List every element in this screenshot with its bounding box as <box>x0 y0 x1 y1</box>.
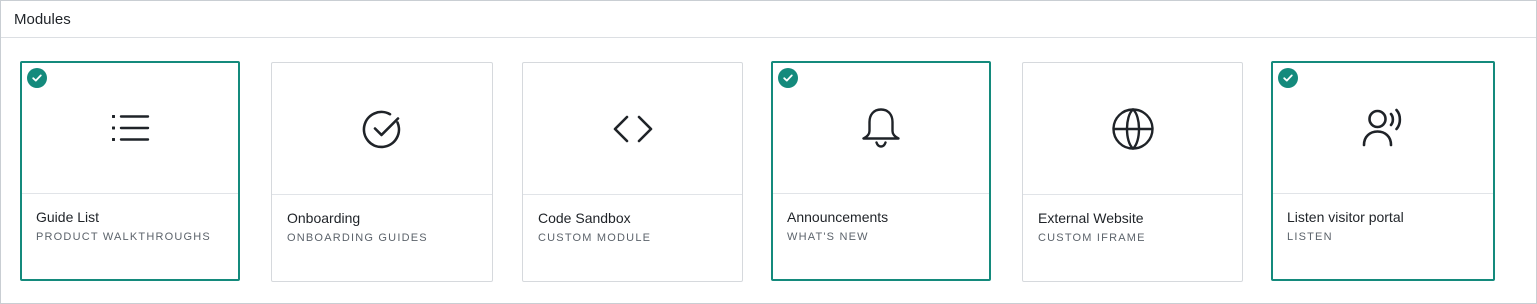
globe-icon <box>1111 107 1154 150</box>
module-card-onboarding[interactable]: Onboarding ONBOARDING GUIDES <box>271 62 493 282</box>
panel-title: Modules <box>1 1 1536 38</box>
module-subtitle: WHAT'S NEW <box>787 231 869 243</box>
bell-icon <box>862 108 900 148</box>
module-subtitle: LISTEN <box>1287 231 1333 243</box>
list-icon <box>112 115 150 141</box>
modules-panel: Modules Guide List PRODUCT WALKTHROUGHS … <box>0 0 1537 304</box>
user-voice-icon <box>1362 108 1402 147</box>
check-circle-icon <box>362 110 401 148</box>
module-title: Listen visitor portal <box>1287 209 1404 225</box>
module-card-announcements[interactable]: Announcements WHAT'S NEW <box>771 61 991 281</box>
module-subtitle: PRODUCT WALKTHROUGHS <box>36 231 211 243</box>
module-subtitle: CUSTOM MODULE <box>538 232 652 244</box>
module-card-code-sandbox[interactable]: Code Sandbox CUSTOM MODULE <box>522 62 743 282</box>
module-card-external-website[interactable]: External Website CUSTOM IFRAME <box>1022 62 1243 282</box>
module-title: Guide List <box>36 209 100 225</box>
module-title: Code Sandbox <box>538 210 631 226</box>
module-card-listen-visitor-portal[interactable]: Listen visitor portal LISTEN <box>1271 61 1495 281</box>
module-subtitle: ONBOARDING GUIDES <box>287 232 428 244</box>
module-title: Announcements <box>787 209 889 225</box>
module-card-guide-list[interactable]: Guide List PRODUCT WALKTHROUGHS <box>20 61 240 281</box>
code-icon <box>613 115 652 142</box>
module-title: External Website <box>1038 210 1144 226</box>
module-subtitle: CUSTOM IFRAME <box>1038 232 1146 244</box>
module-title: Onboarding <box>287 210 361 226</box>
